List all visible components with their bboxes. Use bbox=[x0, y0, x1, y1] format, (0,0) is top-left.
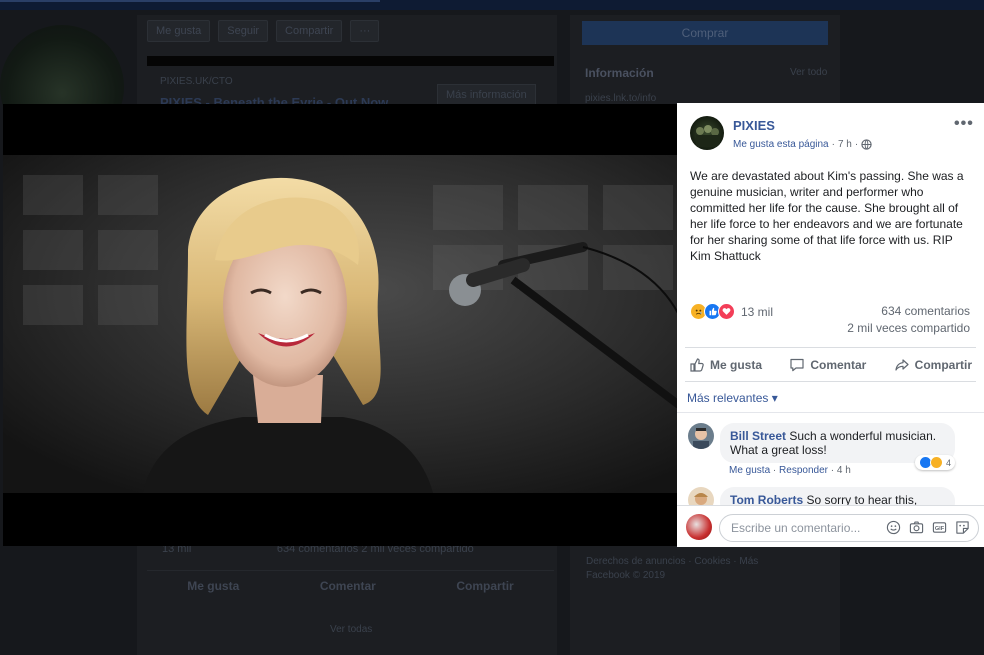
comments-divider bbox=[677, 412, 984, 413]
bg-see-all: Ver todo bbox=[790, 67, 828, 78]
comment-composer: Escribe un comentario... GIF bbox=[677, 505, 984, 547]
comment-sad-icon bbox=[930, 456, 943, 469]
post-text: We are devastated about Kim's passing. S… bbox=[690, 169, 964, 263]
bg-see-all-bottom: Ver todas bbox=[330, 624, 373, 635]
emoji-icon[interactable] bbox=[886, 520, 901, 535]
comment-icon bbox=[790, 358, 804, 371]
bg-share-action: Compartir bbox=[456, 579, 514, 593]
love-reaction-icon bbox=[718, 303, 735, 320]
more-horizontal-icon[interactable]: ••• bbox=[954, 115, 974, 133]
comment-action-separator-2: · bbox=[830, 465, 835, 476]
comment-timestamp[interactable]: 4 h bbox=[837, 465, 851, 476]
bg-info-title: Información bbox=[585, 66, 654, 80]
share-label: Compartir bbox=[914, 357, 972, 372]
background-media-strip bbox=[147, 56, 554, 66]
comment-author-link[interactable]: Bill Street bbox=[730, 429, 786, 443]
bg-comment-action: Comentar bbox=[319, 579, 376, 593]
comment-button[interactable]: Comentar bbox=[785, 357, 870, 373]
globe-icon bbox=[861, 139, 872, 150]
gif-icon[interactable]: GIF bbox=[932, 520, 947, 535]
reactions-count: 13 mil bbox=[741, 304, 774, 319]
post-photo[interactable] bbox=[3, 155, 679, 493]
bg-info-link: pixies.lnk.to/info bbox=[585, 93, 657, 104]
share-button[interactable]: Compartir bbox=[890, 357, 976, 373]
current-user-avatar[interactable] bbox=[686, 514, 712, 540]
comments-count-link[interactable]: 634 comentarios bbox=[881, 304, 970, 318]
comment-action-separator: · bbox=[772, 465, 777, 476]
shares-count-link[interactable]: 2 mil veces compartido bbox=[847, 321, 970, 335]
post-timestamp[interactable]: 7 h bbox=[838, 139, 852, 150]
page-name-link[interactable]: PIXIES bbox=[733, 118, 775, 133]
singer-photo-illustration bbox=[3, 155, 679, 493]
liked-page-link[interactable]: Me gusta esta página bbox=[733, 139, 829, 150]
comment-input[interactable]: Escribe un comentario... GIF bbox=[719, 514, 979, 542]
comment-label: Comentar bbox=[810, 357, 867, 372]
composer-icons: GIF bbox=[886, 520, 970, 535]
svg-text:GIF: GIF bbox=[935, 526, 945, 532]
share-arrow-icon bbox=[895, 358, 909, 371]
bg-more-info-button: Más información bbox=[437, 84, 536, 106]
bg-like-action: Me gusta bbox=[187, 579, 240, 593]
like-button[interactable]: Me gusta bbox=[685, 357, 766, 373]
post-meta: Me gusta esta página · 7 h · bbox=[733, 139, 872, 150]
comment-actions: Me gusta · Responder · 4 h bbox=[729, 465, 851, 476]
page-avatar[interactable] bbox=[690, 116, 724, 150]
band-avatar-image bbox=[696, 125, 720, 147]
comment-reply-link[interactable]: Responder bbox=[779, 465, 828, 476]
bg-action-bar: Me gusta Comentar Compartir bbox=[147, 570, 554, 601]
post-action-bar: Me gusta Comentar Compartir bbox=[685, 347, 976, 382]
top-navigation-bar bbox=[0, 0, 984, 10]
bg-more-button: ··· bbox=[350, 20, 380, 42]
like-label: Me gusta bbox=[710, 357, 763, 372]
camera-icon[interactable] bbox=[909, 520, 924, 535]
bg-like-page-button: Me gusta bbox=[147, 20, 211, 42]
comment-reaction-count: 4 bbox=[946, 457, 952, 468]
meta-separator-2: · bbox=[854, 139, 859, 150]
commenter-photo bbox=[688, 423, 714, 449]
commenter-avatar[interactable] bbox=[688, 423, 714, 449]
sticker-icon[interactable] bbox=[955, 520, 970, 535]
bg-footer-copyright: Facebook © 2019 bbox=[586, 570, 666, 581]
comment-like-link[interactable]: Me gusta bbox=[729, 465, 770, 476]
bg-share-button: Compartir bbox=[276, 20, 343, 42]
post-side-panel: PIXIES Me gusta esta página · 7 h · ••• … bbox=[677, 103, 984, 547]
reactions-summary[interactable]: 13 mil bbox=[690, 303, 773, 320]
bg-footer-links: Derechos de anuncios · Cookies · Más bbox=[586, 556, 759, 567]
meta-separator: · bbox=[831, 139, 835, 150]
comment-sort-dropdown[interactable]: Más relevantes ▾ bbox=[687, 391, 778, 405]
background-page-actions: Me gusta Seguir Compartir ··· bbox=[147, 20, 380, 42]
bg-follow-button: Seguir bbox=[218, 20, 269, 42]
bg-buy-button: Comprar bbox=[582, 21, 828, 45]
bg-source-label: PIXIES.UK/CTO bbox=[160, 76, 233, 87]
comment-input-placeholder: Escribe un comentario... bbox=[731, 521, 861, 535]
thumbs-up-icon bbox=[690, 357, 704, 372]
top-bar-accent bbox=[0, 0, 380, 2]
comment-reactions[interactable]: 4 bbox=[915, 455, 956, 470]
